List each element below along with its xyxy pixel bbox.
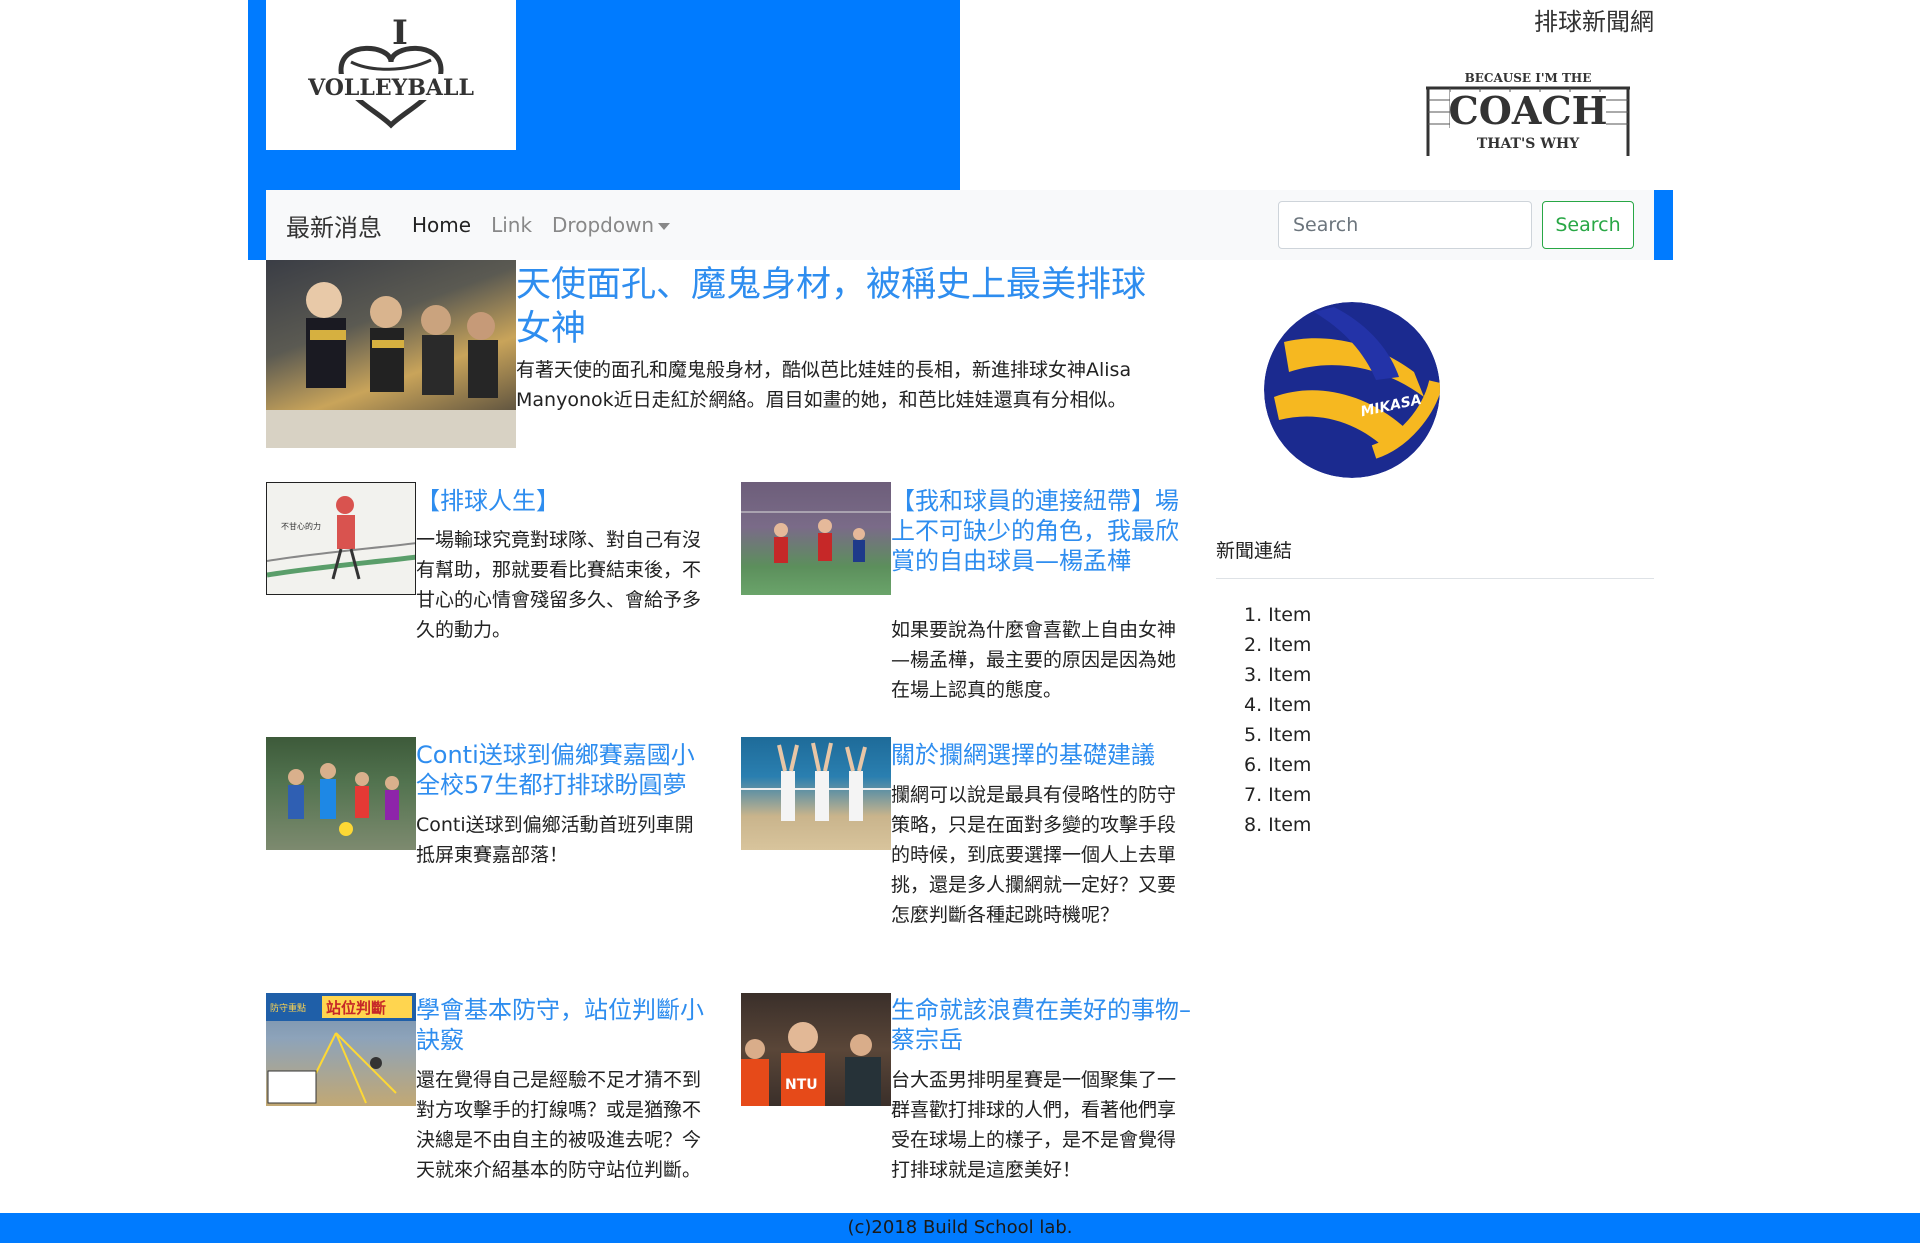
featured-news-body: 有著天使的面孔和魔鬼般身材，酷似芭比娃娃的長相，新進排球女神Alisa Many… — [516, 359, 1132, 411]
news-body-3: Conti送球到偏鄉活動首班列車開抵屏東賽嘉部落！ — [416, 814, 694, 866]
news-title-3[interactable]: Conti送球到偏鄉賽嘉國小全校57生都打排球盼圓夢 — [416, 740, 716, 800]
news-image-2[interactable] — [741, 482, 891, 595]
navbar: 最新消息 Home Link Dropdown Search — [266, 190, 1654, 260]
svg-text:THAT'S WHY: THAT'S WHY — [1477, 136, 1580, 152]
navbar-blue-left — [248, 190, 266, 260]
news-image-5[interactable]: 防守重點 站位判斷 — [266, 993, 416, 1106]
footer-text: (c)2018 Build School lab. — [847, 1217, 1073, 1238]
nav-link-link[interactable]: Link — [491, 213, 532, 237]
news-body-5: 還在覺得自己是經驗不足才猜不到對方攻擊手的打線嗎？或是猶豫不決總是不由自主的被吸… — [416, 1069, 702, 1181]
list-item[interactable]: 3. Item — [1244, 660, 1311, 690]
news-body-1: 一場輸球究竟對球隊、對自己有沒有幫助，那就要看比賽結束後，不甘心的心情會殘留多久… — [416, 529, 702, 641]
svg-text:COACH: COACH — [1449, 88, 1608, 133]
list-item[interactable]: 4. Item — [1244, 690, 1311, 720]
nav-home-link[interactable]: Home — [412, 213, 471, 237]
svg-text:站位判斷: 站位判斷 — [326, 999, 386, 1017]
news-body-6: 台大盃男排明星賽是一個聚集了一群喜歡打排球的人們，看著他們享受在球場上的樣子，是… — [891, 1069, 1177, 1181]
navbar-blue-right — [1654, 190, 1673, 260]
search-button[interactable]: Search — [1542, 201, 1634, 249]
news-links-divider — [1216, 578, 1654, 579]
news-body-2: 如果要說為什麼會喜歡上自由女神—楊孟樺，最主要的原因是因為她在場上認真的態度。 — [891, 619, 1177, 701]
news-image-4[interactable] — [741, 737, 891, 850]
news-links-list: 1. Item 2. Item 3. Item 4. Item 5. Item … — [1244, 600, 1311, 840]
news-body-4: 攔網可以說是最具有侵略性的防守策略，只是在面對多變的攻擊手段的時候，到底要選擇一… — [891, 784, 1177, 926]
news-image-6[interactable]: NTU — [741, 993, 891, 1106]
volleyball-image: MIKASA — [1264, 302, 1440, 478]
news-links-heading: 新聞連結 — [1216, 540, 1293, 562]
list-item[interactable]: 5. Item — [1244, 720, 1311, 750]
list-item[interactable]: 6. Item — [1244, 750, 1311, 780]
site-title: 排球新聞網 — [1534, 8, 1654, 36]
list-item[interactable]: 1. Item — [1244, 600, 1311, 630]
coach-logo: BECAUSE I'M THE COACH THAT'S WHY — [1420, 68, 1636, 160]
chevron-down-icon — [658, 223, 671, 230]
news-title-1[interactable]: 【排球人生】 — [416, 486, 716, 516]
news-title-4[interactable]: 關於攔網選擇的基礎建議 — [891, 740, 1191, 770]
featured-news-image[interactable] — [266, 260, 516, 448]
news-image-3[interactable] — [266, 737, 416, 850]
news-image-1[interactable]: 不甘心的力 — [266, 482, 416, 595]
featured-news-title[interactable]: 天使面孔、魔鬼身材，被稱史上最美排球女神 — [516, 264, 1156, 352]
list-item[interactable]: 8. Item — [1244, 810, 1311, 840]
svg-text:NTU: NTU — [785, 1077, 818, 1093]
svg-text:防守重點: 防守重點 — [270, 1002, 306, 1014]
list-item[interactable]: 2. Item — [1244, 630, 1311, 660]
list-item[interactable]: 7. Item — [1244, 780, 1311, 810]
logo-volleyball-text: VOLLEYBALL — [307, 75, 474, 101]
news-title-6[interactable]: 生命就該浪費在美好的事物–蔡宗岳 — [891, 995, 1191, 1055]
svg-text:不甘心的力: 不甘心的力 — [281, 521, 321, 531]
search-input[interactable] — [1278, 201, 1532, 249]
svg-text:BECAUSE I'M THE: BECAUSE I'M THE — [1465, 71, 1592, 85]
footer: (c)2018 Build School lab. — [0, 1213, 1920, 1243]
nav-dropdown-label: Dropdown — [552, 213, 655, 237]
navbar-brand[interactable]: 最新消息 — [286, 208, 382, 243]
nav-dropdown-toggle[interactable]: Dropdown — [552, 213, 671, 237]
news-title-5[interactable]: 學會基本防守，站位判斷小訣竅 — [416, 995, 716, 1055]
volleyball-logo[interactable]: I VOLLEYBALL — [266, 0, 516, 150]
news-title-2[interactable]: 【我和球員的連接紐帶】場上不可缺少的角色，我最欣賞的自由球員—楊孟樺 — [891, 486, 1191, 576]
